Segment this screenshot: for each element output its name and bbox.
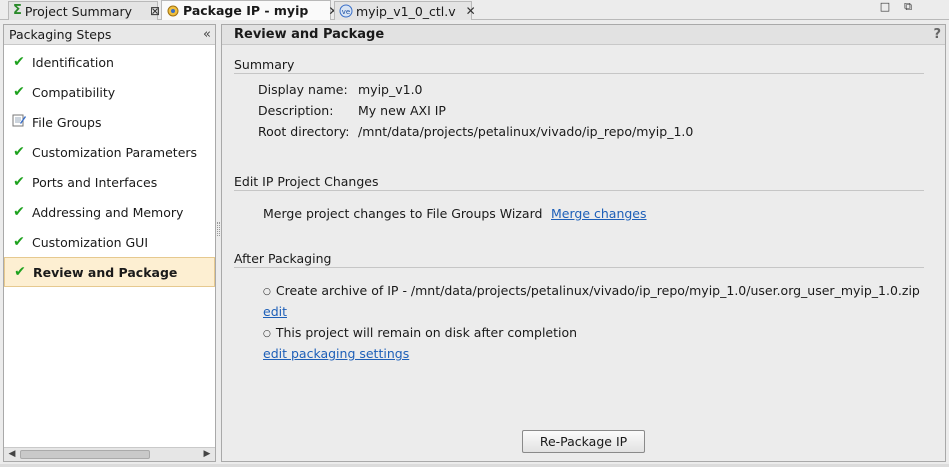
package-ip-icon bbox=[166, 4, 180, 18]
scroll-left-icon[interactable]: ◀ bbox=[5, 448, 19, 461]
scroll-right-icon[interactable]: ▶ bbox=[200, 448, 214, 461]
review-and-package-panel: Review and Package ? Summary Display nam… bbox=[221, 24, 946, 462]
edit-packaging-settings-link[interactable]: edit packaging settings bbox=[263, 346, 409, 361]
verilog-file-icon: ve bbox=[339, 4, 353, 18]
tab-label: Project Summary bbox=[24, 3, 133, 19]
panel-title: Review and Package bbox=[234, 27, 385, 42]
description-value: My new AXI IP bbox=[358, 103, 446, 118]
remain-on-disk-bullet: ○ This project will remain on disk after … bbox=[263, 325, 577, 340]
editor-tab-bar: Σ Project Summary ⊠ Package IP - myip ✕ … bbox=[0, 0, 949, 20]
re-package-ip-button[interactable]: Re-Package IP bbox=[522, 430, 645, 453]
section-divider bbox=[234, 190, 924, 191]
section-divider bbox=[234, 267, 924, 268]
check-icon: ✔ bbox=[13, 144, 25, 160]
step-customization-parameters[interactable]: ✔ Customization Parameters bbox=[4, 137, 215, 167]
step-label: Review and Package bbox=[33, 264, 178, 280]
archive-text: Create archive of IP - /mnt/data/project… bbox=[275, 283, 920, 298]
step-label: Identification bbox=[32, 54, 114, 70]
help-icon[interactable]: ? bbox=[933, 25, 941, 45]
merge-changes-link[interactable]: Merge changes bbox=[551, 206, 647, 221]
root-directory-label: Root directory: bbox=[258, 124, 350, 139]
collapse-icon[interactable]: « bbox=[203, 25, 211, 45]
step-label: Compatibility bbox=[32, 84, 116, 100]
section-divider bbox=[234, 73, 924, 74]
horizontal-scrollbar[interactable]: ◀ ▶ bbox=[4, 447, 215, 461]
step-label: Customization GUI bbox=[32, 234, 149, 250]
check-icon: ✔ bbox=[13, 234, 25, 250]
step-label: File Groups bbox=[32, 114, 102, 130]
merge-changes-text: Merge project changes to File Groups Wiz… bbox=[263, 206, 543, 221]
panel-header: Packaging Steps « bbox=[4, 25, 215, 45]
description-label: Description: bbox=[258, 103, 334, 118]
panel-title: Packaging Steps bbox=[9, 27, 112, 42]
display-name-label: Display name: bbox=[258, 82, 348, 97]
step-ports-and-interfaces[interactable]: ✔ Ports and Interfaces bbox=[4, 167, 215, 197]
step-review-and-package[interactable]: ✔ Review and Package bbox=[4, 257, 215, 287]
step-label: Customization Parameters bbox=[32, 144, 198, 160]
svg-text:ve: ve bbox=[342, 8, 350, 16]
remain-on-disk-text: This project will remain on disk after c… bbox=[275, 325, 578, 340]
step-compatibility[interactable]: ✔ Compatibility bbox=[4, 77, 215, 107]
step-customization-gui[interactable]: ✔ Customization GUI bbox=[4, 227, 215, 257]
bullet-icon: ○ bbox=[263, 287, 271, 297]
maximize-icon[interactable]: ⧉ bbox=[902, 1, 914, 13]
step-label: Addressing and Memory bbox=[32, 204, 184, 220]
root-directory-value: /mnt/data/projects/petalinux/vivado/ip_r… bbox=[358, 124, 694, 139]
step-label: Ports and Interfaces bbox=[32, 174, 158, 190]
step-identification[interactable]: ✔ Identification bbox=[4, 47, 215, 77]
tab-verilog-file[interactable]: ve myip_v1_0_ctl.v ✕ bbox=[334, 1, 476, 20]
splitter-handle[interactable] bbox=[217, 222, 220, 236]
sigma-icon: Σ bbox=[13, 3, 22, 18]
check-icon: ✔ bbox=[14, 264, 26, 280]
restore-icon[interactable]: □ bbox=[879, 1, 891, 13]
step-addressing-and-memory[interactable]: ✔ Addressing and Memory bbox=[4, 197, 215, 227]
close-icon[interactable]: ⊠ bbox=[150, 4, 160, 18]
check-icon: ✔ bbox=[13, 204, 25, 220]
bullet-icon: ○ bbox=[263, 329, 271, 339]
summary-section-title: Summary bbox=[234, 57, 295, 72]
check-icon: ✔ bbox=[13, 84, 25, 100]
display-name-value: myip_v1.0 bbox=[358, 82, 423, 97]
step-file-groups[interactable]: File Groups bbox=[4, 107, 215, 137]
tab-label: Package IP - myip bbox=[183, 3, 309, 18]
panel-header: Review and Package ? bbox=[222, 25, 945, 45]
after-packaging-section-title: After Packaging bbox=[234, 251, 332, 266]
packaging-steps-panel: Packaging Steps « ✔ Identification ✔ Com… bbox=[3, 24, 216, 462]
edit-document-icon bbox=[12, 113, 26, 131]
close-icon[interactable]: ✕ bbox=[466, 4, 476, 18]
edit-changes-section-title: Edit IP Project Changes bbox=[234, 174, 379, 189]
check-icon: ✔ bbox=[13, 174, 25, 190]
tab-project-summary[interactable]: Σ Project Summary ⊠ bbox=[8, 1, 160, 20]
tab-package-ip[interactable]: Package IP - myip ✕ bbox=[161, 0, 338, 20]
archive-bullet: ○ Create archive of IP - /mnt/data/projec… bbox=[263, 283, 920, 298]
edit-archive-link[interactable]: edit bbox=[263, 304, 287, 319]
scrollbar-thumb[interactable] bbox=[20, 450, 150, 459]
tab-label: myip_v1_0_ctl.v bbox=[356, 3, 456, 19]
check-icon: ✔ bbox=[13, 54, 25, 70]
